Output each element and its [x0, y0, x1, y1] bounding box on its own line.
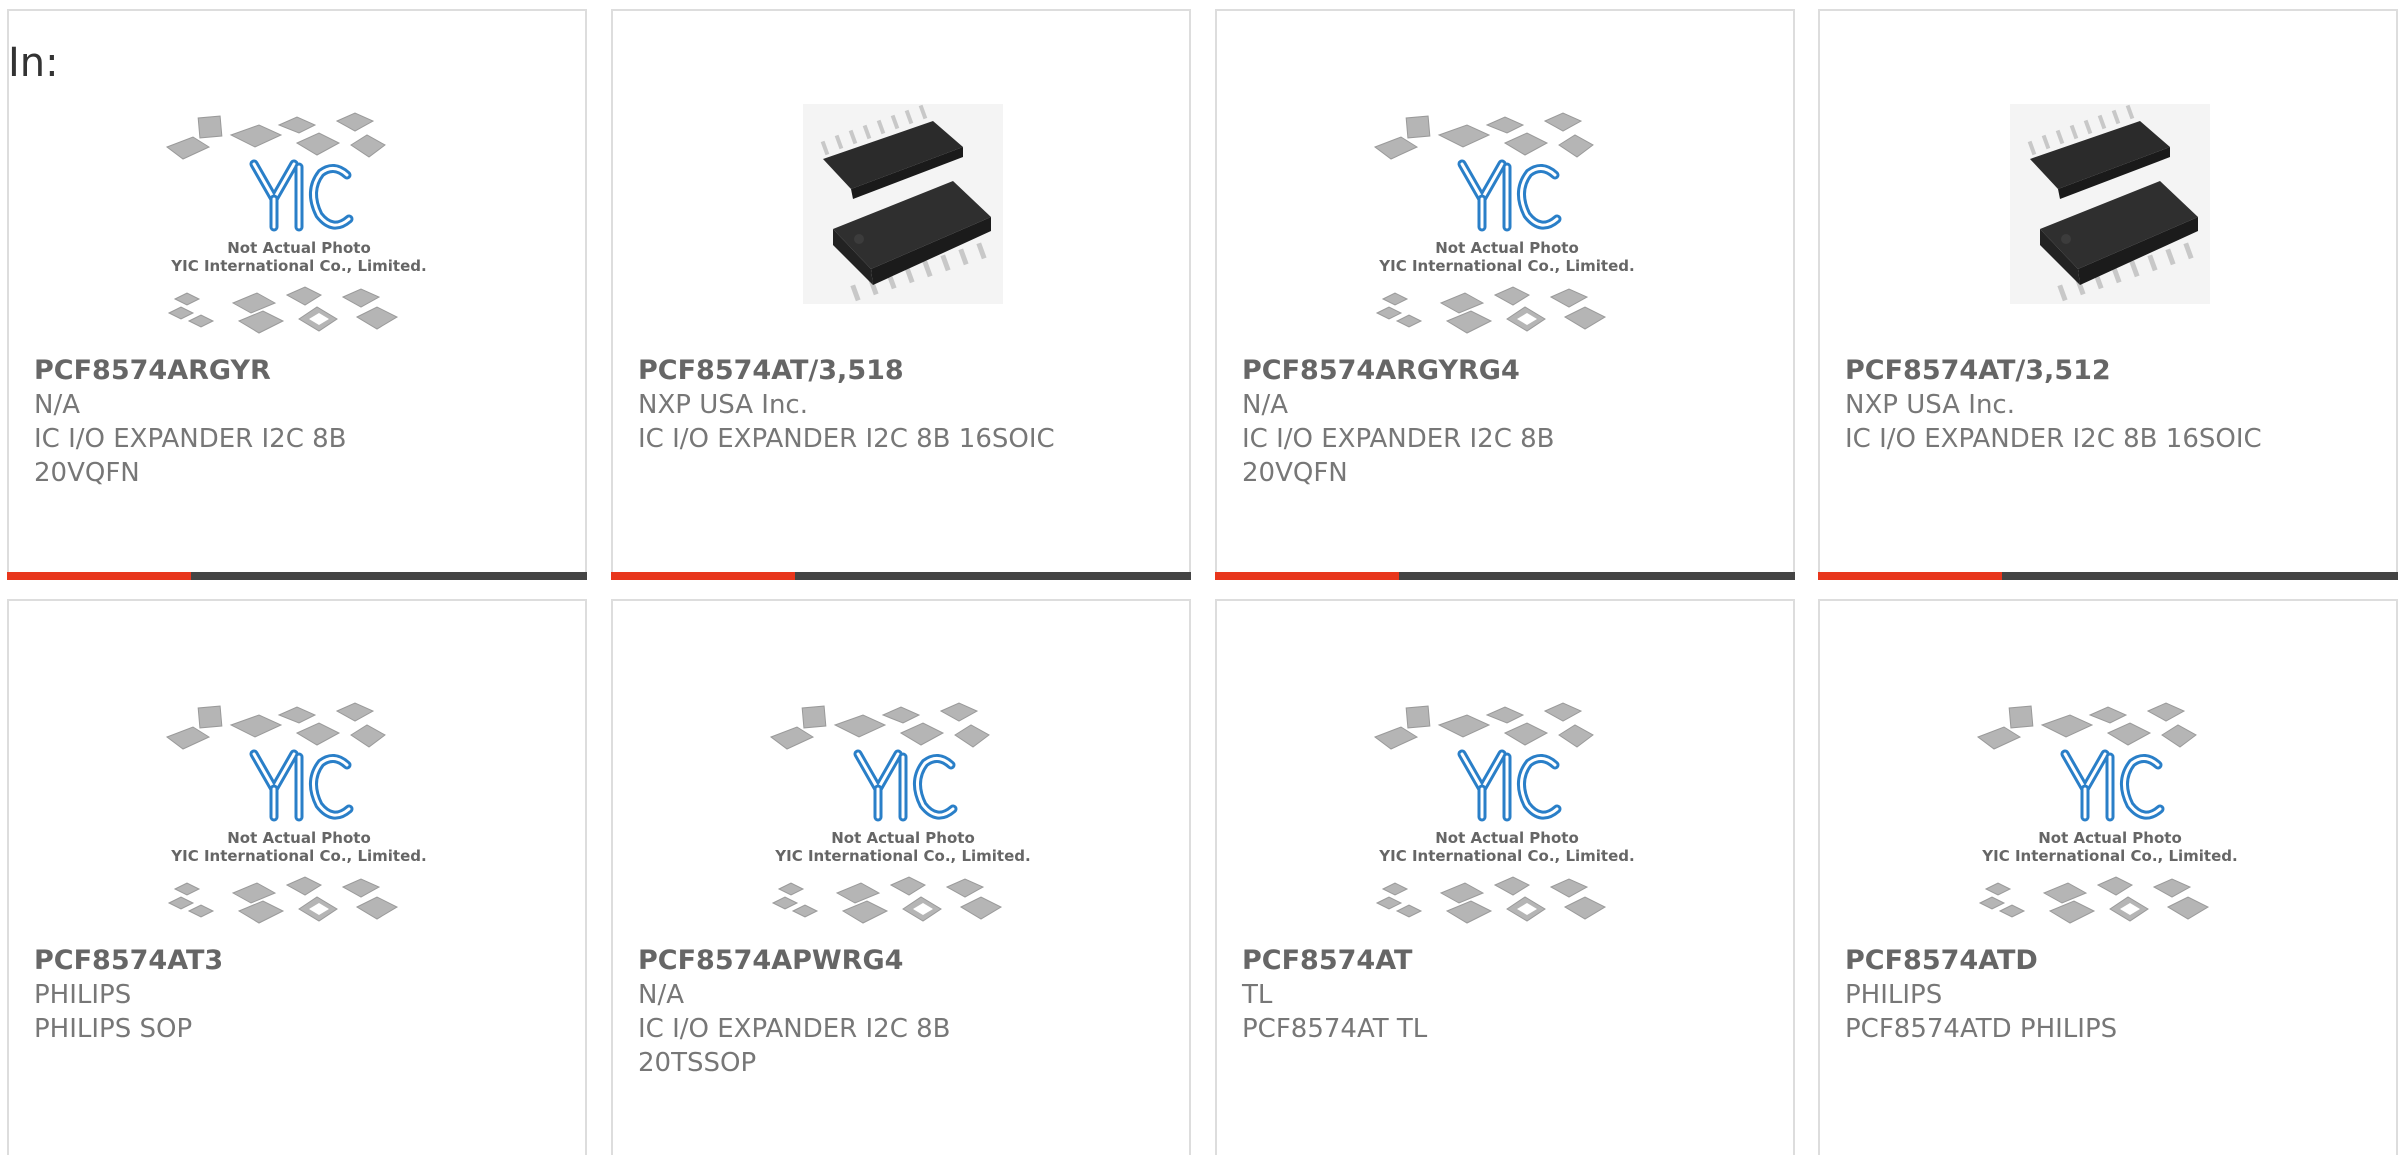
not-actual-photo-image: Not Actual Photo YIC International Co., … — [1373, 112, 1635, 334]
card-accent-bar — [1215, 572, 1399, 580]
card-bottom-bar — [611, 572, 1191, 580]
product-card[interactable]: Not Actual Photo YIC International Co., … — [1818, 599, 2398, 1155]
description: PCF8574ATD PHILIPS — [1845, 1014, 2118, 1044]
product-thumbnail[interactable]: Not Actual Photo YIC International Co., … — [763, 689, 1043, 949]
manufacturer: NXP USA Inc. — [638, 390, 808, 420]
manufacturer: NXP USA Inc. — [1845, 390, 2015, 420]
product-thumbnail[interactable]: Not Actual Photo YIC International Co., … — [1970, 689, 2250, 949]
placeholder-caption: Not Actual Photo — [227, 829, 371, 847]
placeholder-caption: Not Actual Photo — [1435, 829, 1579, 847]
product-grid: Not Actual Photo YIC International Co., … — [0, 0, 2400, 1155]
soic-chip-image — [803, 104, 1003, 304]
product-info: PCF8574AT/3,518 NXP USA Inc. IC I/O EXPAND… — [638, 354, 1169, 456]
manufacturer: TL — [1242, 980, 1273, 1010]
product-info: PCF8574APWRG4 N/A IC I/O EXPANDER I2C 8B 2… — [638, 944, 1169, 1080]
manufacturer: N/A — [1242, 390, 1288, 420]
product-thumbnail[interactable] — [1970, 99, 2250, 359]
product-info: PCF8574ARGYRG4 N/A IC I/O EXPANDER I2C 8B … — [1242, 354, 1773, 490]
product-thumbnail[interactable]: Not Actual Photo YIC International Co., … — [1367, 99, 1647, 359]
not-actual-photo-image: Not Actual Photo YIC International Co., … — [1976, 702, 2238, 924]
placeholder-company: YIC International Co., Limited. — [1981, 847, 2237, 865]
product-card[interactable]: Not Actual Photo YIC International Co., … — [611, 599, 1191, 1155]
placeholder-caption: Not Actual Photo — [227, 239, 371, 257]
product-info: PCF8574AT/3,512 NXP USA Inc. IC I/O EXPAND… — [1845, 354, 2376, 456]
product-thumbnail[interactable] — [763, 99, 1043, 359]
part-number-link[interactable]: PCF8574ATD — [1845, 944, 2376, 978]
product-card[interactable]: PCF8574AT/3,512 NXP USA Inc. IC I/O EXPAND… — [1818, 9, 2398, 580]
product-card[interactable]: Not Actual Photo YIC International Co., … — [1215, 599, 1795, 1155]
product-info: PCF8574AT TL PCF8574AT TL — [1242, 944, 1773, 1046]
card-bottom-bar — [7, 572, 587, 580]
product-thumbnail[interactable]: Not Actual Photo YIC International Co., … — [159, 99, 439, 359]
not-actual-photo-image: Not Actual Photo YIC International Co., … — [165, 702, 427, 924]
part-number-link[interactable]: PCF8574AT/3,518 — [638, 354, 1169, 388]
part-number-link[interactable]: PCF8574AT3 — [34, 944, 565, 978]
product-info: PCF8574ATD PHILIPS PCF8574ATD PHILIPS — [1845, 944, 2376, 1046]
product-info: PCF8574ARGYR N/A IC I/O EXPANDER I2C 8B 20… — [34, 354, 565, 490]
description: IC I/O EXPANDER I2C 8B 20VQFN — [34, 424, 347, 488]
soic-chip-image — [2010, 104, 2210, 304]
product-card[interactable]: Not Actual Photo YIC International Co., … — [1215, 9, 1795, 580]
product-card[interactable]: Not Actual Photo YIC International Co., … — [7, 599, 587, 1155]
description: PCF8574AT TL — [1242, 1014, 1428, 1044]
placeholder-caption: Not Actual Photo — [831, 829, 975, 847]
card-bottom-bar — [1215, 572, 1795, 580]
manufacturer: PHILIPS — [1845, 980, 1943, 1010]
part-number-link[interactable]: PCF8574AT — [1242, 944, 1773, 978]
card-bottom-bar — [1818, 572, 2398, 580]
not-actual-photo-image: Not Actual Photo YIC International Co., … — [165, 112, 427, 334]
part-number-link[interactable]: PCF8574APWRG4 — [638, 944, 1169, 978]
description: PHILIPS SOP — [34, 1014, 193, 1044]
placeholder-company: YIC International Co., Limited. — [170, 257, 426, 275]
product-card[interactable]: PCF8574AT/3,518 NXP USA Inc. IC I/O EXPAND… — [611, 9, 1191, 580]
manufacturer: PHILIPS — [34, 980, 132, 1010]
description: IC I/O EXPANDER I2C 8B 20TSSOP — [638, 1014, 951, 1078]
in-label: In: — [8, 40, 59, 86]
placeholder-company: YIC International Co., Limited. — [170, 847, 426, 865]
part-number-link[interactable]: PCF8574ARGYR — [34, 354, 565, 388]
placeholder-company: YIC International Co., Limited. — [1378, 257, 1634, 275]
card-accent-bar — [7, 572, 191, 580]
placeholder-caption: Not Actual Photo — [2038, 829, 2182, 847]
part-number-link[interactable]: PCF8574ARGYRG4 — [1242, 354, 1773, 388]
manufacturer: N/A — [34, 390, 80, 420]
product-card[interactable]: Not Actual Photo YIC International Co., … — [7, 9, 587, 580]
placeholder-company: YIC International Co., Limited. — [774, 847, 1030, 865]
placeholder-caption: Not Actual Photo — [1435, 239, 1579, 257]
not-actual-photo-image: Not Actual Photo YIC International Co., … — [1373, 702, 1635, 924]
card-accent-bar — [611, 572, 795, 580]
product-info: PCF8574AT3 PHILIPS PHILIPS SOP — [34, 944, 565, 1046]
description: IC I/O EXPANDER I2C 8B 20VQFN — [1242, 424, 1555, 488]
description: IC I/O EXPANDER I2C 8B 16SOIC — [1845, 424, 2262, 454]
product-thumbnail[interactable]: Not Actual Photo YIC International Co., … — [159, 689, 439, 949]
part-number-link[interactable]: PCF8574AT/3,512 — [1845, 354, 2376, 388]
description: IC I/O EXPANDER I2C 8B 16SOIC — [638, 424, 1055, 454]
manufacturer: N/A — [638, 980, 684, 1010]
card-accent-bar — [1818, 572, 2002, 580]
not-actual-photo-image: Not Actual Photo YIC International Co., … — [769, 702, 1031, 924]
placeholder-company: YIC International Co., Limited. — [1378, 847, 1634, 865]
product-thumbnail[interactable]: Not Actual Photo YIC International Co., … — [1367, 689, 1647, 949]
